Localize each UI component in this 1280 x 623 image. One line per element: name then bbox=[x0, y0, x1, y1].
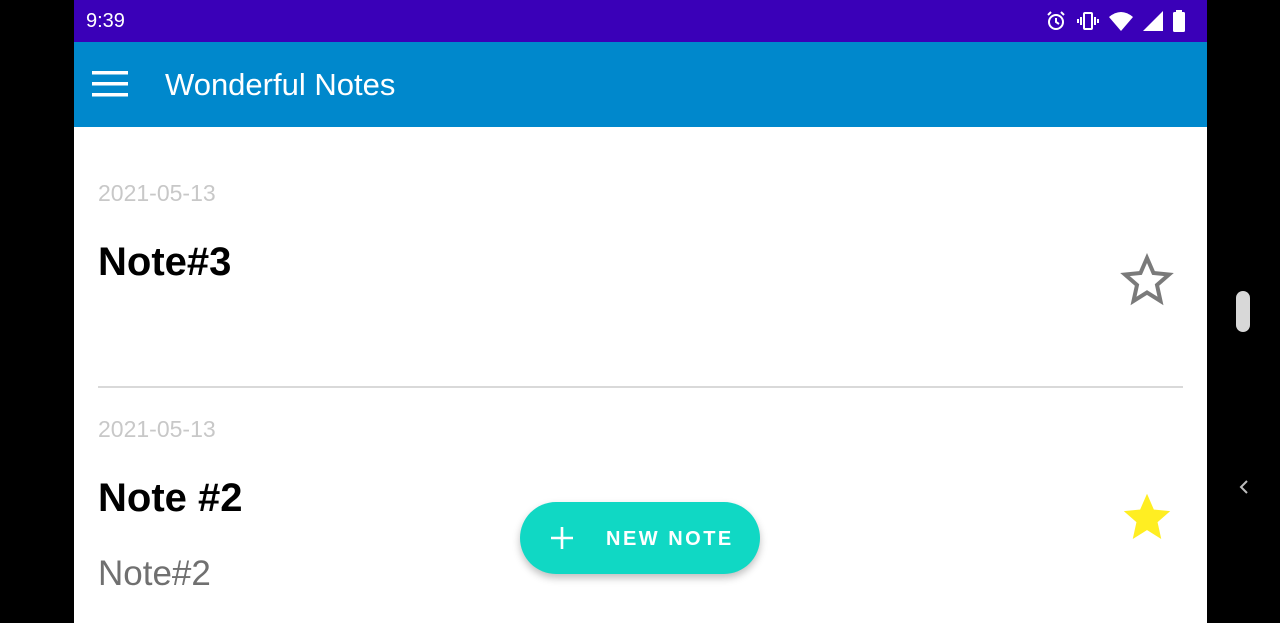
status-icons bbox=[1045, 10, 1185, 32]
menu-button[interactable] bbox=[92, 62, 146, 106]
note-body: Note#2 bbox=[98, 554, 211, 593]
star-outline-icon bbox=[1120, 252, 1174, 306]
note-item[interactable]: 2021-05-13 Note#3 bbox=[98, 127, 1183, 388]
hamburger-menu-icon bbox=[92, 71, 128, 97]
status-time: 9:39 bbox=[86, 10, 125, 32]
new-note-button[interactable]: NEW NOTE bbox=[520, 502, 760, 574]
star-filled-icon bbox=[1123, 493, 1171, 540]
note-date: 2021-05-13 bbox=[98, 180, 216, 206]
app-title: Wonderful Notes bbox=[165, 67, 396, 102]
status-bar: 9:39 bbox=[74, 0, 1207, 42]
note-title: Note#3 bbox=[98, 240, 232, 284]
note-title: Note #2 bbox=[98, 476, 243, 520]
signal-icon bbox=[1143, 11, 1163, 31]
battery-icon bbox=[1173, 10, 1185, 32]
app-bar: Wonderful Notes bbox=[74, 42, 1207, 127]
favorite-toggle[interactable] bbox=[1119, 490, 1175, 546]
new-note-label: NEW NOTE bbox=[606, 528, 734, 550]
vibrate-icon bbox=[1077, 10, 1099, 32]
chevron-left-icon[interactable] bbox=[1234, 476, 1254, 498]
plus-icon bbox=[551, 527, 573, 549]
alarm-icon bbox=[1045, 10, 1067, 32]
favorite-toggle[interactable] bbox=[1119, 252, 1175, 309]
note-date: 2021-05-13 bbox=[98, 416, 216, 442]
scroll-handle[interactable] bbox=[1236, 291, 1250, 332]
wifi-icon bbox=[1109, 11, 1133, 31]
app-screen: 9:39 Wonderful Notes 2021-05-13 Note#3 2… bbox=[74, 0, 1207, 623]
